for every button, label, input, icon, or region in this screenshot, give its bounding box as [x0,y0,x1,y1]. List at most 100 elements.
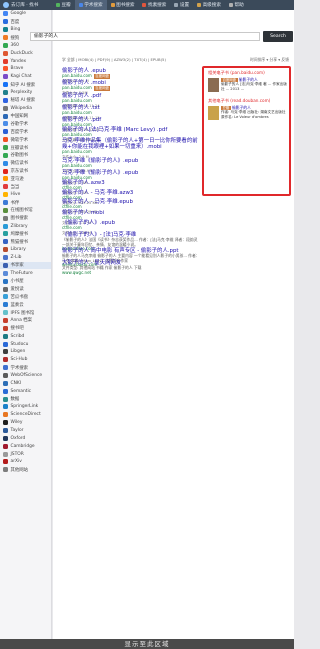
sidebar-item[interactable]: 在线图书馆 [0,206,51,214]
engine-icon [3,286,8,292]
sidebar-item[interactable]: 鸠摩搜书 [0,230,51,238]
sidebar-item[interactable]: 当当 [0,183,51,191]
sidebar-item[interactable]: 谷歌学术 [0,120,51,128]
sidebar-item[interactable]: Anna 档案 [0,317,51,325]
top-tab-label: 高级搜索 [202,3,221,8]
sidebar-item[interactable]: Sci-Hub [0,356,51,364]
result-item: 马克·李维作品集（偷影子的人+第一日一比你所要看的前幾+你能在我眼裡+如果一切重… [62,138,200,159]
file-type-filter-bar[interactable]: 学 全部 | MOBI(4) | PDF(9) | AZW3(2) | TXT(… [62,57,166,63]
sidebar-item[interactable]: Libgen [0,348,51,356]
engine-icon [3,302,8,308]
sidebar-item[interactable]: 熊猫搜书 [0,238,51,246]
result-url[interactable]: www.qwgc.net [62,270,91,276]
engine-icon [3,380,8,386]
engine-icon [3,451,8,457]
sidebar-item[interactable]: 微信读书 [0,159,51,167]
sidebar-item[interactable]: CNKI [0,379,51,387]
sidebar-item-label: Library [10,247,26,253]
related-book-card[interactable]: 百度网盘 偷影子的人 偷影子的人 [法]马克·李维 著 ... 作家出版社 ...… [208,77,289,92]
top-tab[interactable]: 图书搜索 [107,0,139,10]
sidebar-item-label: 在线图书馆 [10,208,33,214]
sidebar-item[interactable]: 360 [0,41,51,49]
sidebar-item[interactable]: Library [0,246,51,254]
sidebar-item-label: WebOfScience [10,372,43,378]
sidebar-item[interactable]: 其他网站 [0,466,51,474]
app-brand[interactable]: 去订库 · 找书 [0,2,52,8]
related-section-heading[interactable]: 其他电子书 (read.douban.com) [208,98,289,104]
sidebar-item[interactable]: JSTOR [0,450,51,458]
sidebar-item[interactable]: Oxford [0,434,51,442]
sidebar-item[interactable]: Wiley [0,419,51,427]
top-tab[interactable]: 高级搜索 [193,0,225,10]
sidebar-item[interactable]: 书伴 [0,199,51,207]
sidebar-item[interactable]: Google [0,10,51,18]
sidebar-item[interactable]: IPFS 图书馆 [0,309,51,317]
sidebar-item[interactable]: Scribd [0,332,51,340]
sidebar-item[interactable]: 爱悦读 [0,285,51,293]
engine-icon [3,365,8,371]
sidebar-item[interactable]: Kagi Chat [0,73,51,81]
book-cover-thumbnail[interactable] [208,106,219,120]
sort-tools[interactable]: 时间排序 ▾ 分享 ▾ 反馈 [250,57,289,63]
sidebar-item[interactable]: arXiv [0,458,51,466]
sidebar-item[interactable]: 京东读书 [0,167,51,175]
sidebar-item[interactable]: 百度 [0,18,51,26]
sidebar-item[interactable]: Cambridge [0,442,51,450]
sidebar-item-label: 当当 [10,184,20,190]
engine-icon [3,325,8,331]
sidebar-item-label: 知乎 AI 搜索 [10,82,36,88]
sidebar-item[interactable]: TheFuture [0,269,51,277]
sidebar-item[interactable]: 豆瓣读书 [0,144,51,152]
sidebar-item[interactable]: SpringerLink [0,403,51,411]
engine-icon [3,427,8,433]
sidebar-item[interactable]: 知乎 AI 搜索 [0,81,51,89]
sidebar-item[interactable]: 中国知网 [0,112,51,120]
sidebar-item[interactable]: 搜书吧 [0,324,51,332]
sidebar-item[interactable]: 图书搜索 [0,214,51,222]
sidebar-item[interactable]: 亚马逊 [0,175,51,183]
book-cover-thumbnail[interactable] [208,78,219,92]
sidebar-item[interactable]: ScienceDirect [0,411,51,419]
sidebar-item[interactable]: Semantic [0,387,51,395]
engine-icon [3,341,8,347]
sidebar-item[interactable]: Yandex [0,57,51,65]
sidebar-item[interactable]: Perplexity [0,89,51,97]
sidebar-item[interactable]: WebOfScience [0,372,51,380]
sidebar-item[interactable]: 微软学术 [0,136,51,144]
sidebar-item[interactable]: 数据 [0,395,51,403]
sidebar-item-label: arXiv [10,459,22,465]
sidebar-item-label: 中国知网 [10,114,29,120]
top-tab-label: 帮助 [234,3,244,8]
sidebar-item[interactable]: 百度学术 [0,128,51,136]
search-button[interactable]: Search [263,31,293,42]
sidebar-item[interactable]: Studocu [0,340,51,348]
sidebar-item[interactable]: 苦瓜书盘 [0,293,51,301]
engine-icon [3,388,8,394]
top-tab[interactable]: 找素搜索 [138,0,170,10]
related-book-card[interactable]: 豆瓣 偷影子的人 作者: 马克·李维 出版社: 湖南文艺出版社 原作名: Le V… [208,105,289,120]
sidebar-item-label: Yandex [10,58,27,64]
tab-icon [197,3,202,7]
engine-icon [3,443,8,449]
sidebar-item[interactable]: Taylor [0,427,51,435]
sidebar-item[interactable]: Zlibrary [0,222,51,230]
sidebar-item-label: 微软学术 [10,137,29,143]
search-input[interactable]: 偷影子的人 [30,32,260,41]
sidebar-item[interactable]: Wikipedia [0,104,51,112]
top-tab[interactable]: 帮助 [225,0,248,10]
sidebar-item[interactable]: Hive [0,191,51,199]
sidebar-item[interactable]: 蓝奏云 [0,301,51,309]
sidebar-item[interactable]: 学术搜索 [0,364,51,372]
top-tab[interactable]: 设置 [170,0,193,10]
sidebar-item[interactable]: DuckDuck [0,49,51,57]
top-tab[interactable]: 豆瓣 [52,0,75,10]
related-section-heading[interactable]: 相关电子书 (pan.baidu.com) [208,70,289,76]
sidebar-item[interactable]: 秘塔 AI 搜索 [0,96,51,104]
sidebar-item[interactable]: Brave [0,65,51,73]
sidebar-item[interactable]: 书享家 [0,261,51,270]
sidebar-item[interactable]: Z-Lib [0,254,51,262]
sidebar-item-label: 京东读书 [10,169,29,175]
sidebar-item[interactable]: 谷歌图书 [0,151,51,159]
top-tab[interactable]: 学术搜索 [74,0,107,10]
sidebar-item[interactable]: 小书屋 [0,277,51,285]
